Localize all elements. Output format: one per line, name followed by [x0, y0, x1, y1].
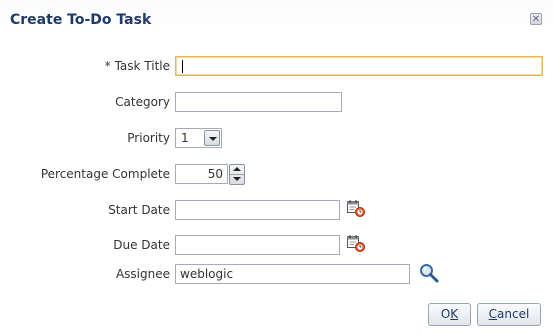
due-date-label: Due Date — [113, 238, 170, 252]
start-date-input[interactable] — [175, 200, 340, 220]
chevron-down-icon — [209, 137, 217, 141]
category-label: Category — [115, 95, 170, 109]
dialog-title: Create To-Do Task — [10, 12, 152, 28]
close-icon[interactable]: ✕ — [530, 13, 542, 25]
search-icon[interactable] — [418, 262, 440, 284]
ok-label-prefix: O — [440, 307, 451, 321]
priority-label: Priority — [127, 131, 170, 145]
spin-down-button[interactable] — [230, 175, 244, 184]
ok-button[interactable]: OK — [428, 303, 471, 326]
arrow-up-icon — [233, 167, 241, 171]
category-input[interactable] — [175, 92, 342, 112]
calendar-icon[interactable] — [346, 233, 366, 253]
task-title-label-text: Task Title — [114, 59, 170, 73]
cancel-label-rest: ancel — [497, 307, 530, 321]
due-date-input[interactable] — [175, 235, 340, 255]
title-bar: Create To-Do Task ✕ — [0, 0, 553, 38]
arrow-down-icon — [233, 177, 241, 181]
start-date-label: Start Date — [108, 203, 170, 217]
percentage-complete-label: Percentage Complete — [40, 167, 170, 181]
priority-dropdown-button[interactable] — [204, 130, 220, 146]
cancel-label-mnemonic: C — [488, 307, 498, 321]
assignee-input[interactable]: weblogic — [175, 264, 410, 284]
calendar-icon[interactable] — [346, 198, 366, 218]
percentage-complete-input[interactable]: 50 — [175, 164, 228, 184]
task-title-input[interactable] — [175, 56, 543, 76]
text-caret — [182, 60, 183, 73]
create-todo-dialog: Create To-Do Task ✕ * Task Title Categor… — [0, 0, 553, 335]
ok-label-mnemonic: K — [450, 307, 459, 321]
task-title-label: * Task Title — [5, 59, 170, 73]
priority-value: 1 — [181, 131, 189, 145]
cancel-button[interactable]: Cancel — [477, 303, 541, 326]
percentage-spinner — [229, 164, 245, 185]
assignee-label: Assignee — [115, 267, 170, 281]
required-marker: * — [104, 59, 115, 73]
priority-select[interactable]: 1 — [175, 128, 222, 148]
spin-up-button[interactable] — [230, 165, 244, 175]
